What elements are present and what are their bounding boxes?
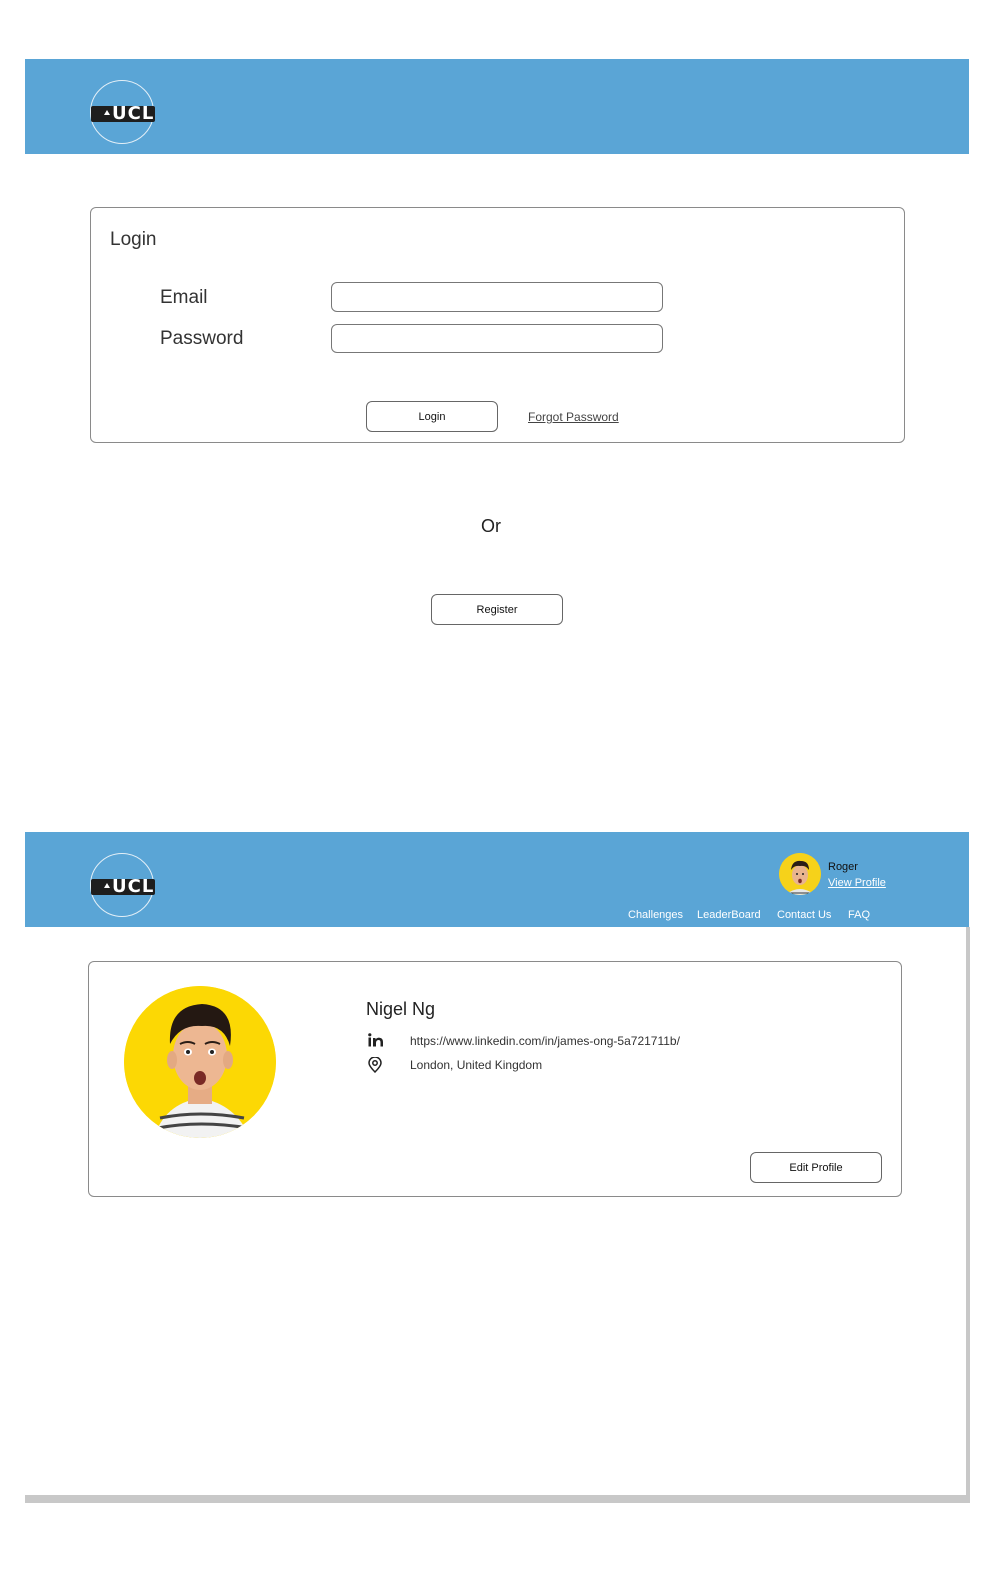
- ucl-logo[interactable]: UCL: [90, 80, 155, 144]
- login-header: UCL: [25, 59, 969, 154]
- forgot-password-link[interactable]: Forgot Password: [528, 410, 619, 424]
- or-divider-text: Or: [481, 516, 501, 536]
- password-label: Password: [160, 328, 244, 349]
- email-input[interactable]: [331, 282, 663, 312]
- location-pin-icon: [368, 1056, 382, 1078]
- password-input[interactable]: [331, 324, 663, 353]
- profile-card: Nigel Ng https://www.linkedin.com/in/jam…: [88, 961, 902, 1197]
- linkedin-url[interactable]: https://www.linkedin.com/in/james-ong-5a…: [410, 1034, 680, 1048]
- login-button[interactable]: Login: [366, 401, 498, 432]
- profile-photo: [124, 986, 276, 1138]
- logo-text: UCL: [112, 103, 155, 124]
- logo-plate: UCL: [91, 103, 155, 124]
- logo-text: UCL: [112, 876, 155, 897]
- user-avatar-image: [779, 853, 821, 895]
- linkedin-icon: [368, 1033, 384, 1052]
- register-button[interactable]: Register: [431, 594, 563, 625]
- page-shadow-bottom: [25, 1495, 970, 1503]
- edit-profile-button[interactable]: Edit Profile: [750, 1152, 882, 1183]
- logo-triangle-icon: [104, 883, 110, 888]
- login-card-title: Login: [110, 229, 157, 250]
- nav-contact-us[interactable]: Contact Us: [777, 909, 831, 921]
- user-name: Roger: [828, 861, 858, 873]
- logo-plate: UCL: [91, 876, 155, 897]
- nav-leaderboard[interactable]: LeaderBoard: [697, 909, 761, 921]
- view-profile-link[interactable]: View Profile: [828, 877, 886, 889]
- email-label: Email: [160, 287, 208, 308]
- profile-name: Nigel Ng: [366, 999, 436, 1019]
- location-text: London, United Kingdom: [410, 1058, 543, 1072]
- user-avatar[interactable]: [779, 853, 821, 895]
- login-card: Login Email Password Login Forgot Passwo…: [90, 207, 905, 443]
- ucl-logo[interactable]: UCL: [90, 853, 155, 917]
- page-shadow-right: [966, 927, 970, 1503]
- profile-header: UCL Roger View Profile Challenges Leader…: [25, 832, 969, 927]
- logo-triangle-icon: [104, 110, 110, 115]
- profile-photo-image: [124, 986, 276, 1138]
- nav-challenges[interactable]: Challenges: [628, 909, 683, 921]
- nav-faq[interactable]: FAQ: [848, 909, 870, 921]
